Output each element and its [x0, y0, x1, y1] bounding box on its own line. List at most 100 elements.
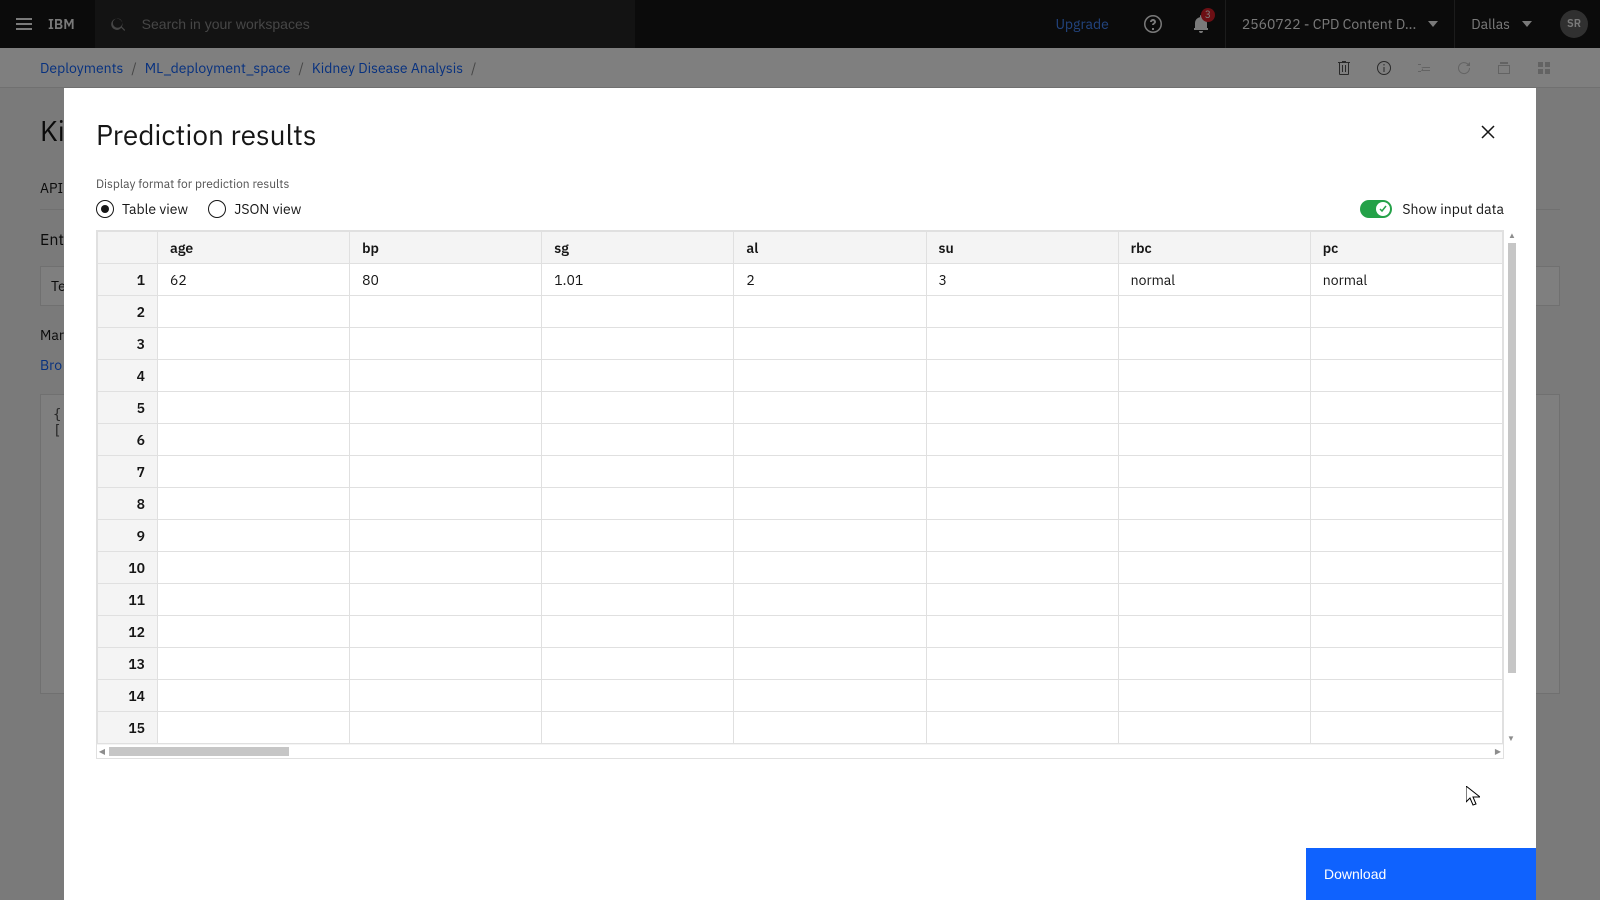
col-header-pc[interactable]: pc [1310, 232, 1502, 264]
table-row[interactable]: 2 [98, 296, 1503, 328]
cell-sg[interactable] [542, 552, 734, 584]
cell-sg[interactable] [542, 488, 734, 520]
cell-bp[interactable] [350, 712, 542, 744]
cell-al[interactable] [734, 456, 926, 488]
cell-pc[interactable] [1310, 680, 1502, 712]
cell-age[interactable] [158, 552, 350, 584]
cell-al[interactable] [734, 488, 926, 520]
cell-pc[interactable] [1310, 360, 1502, 392]
radio-table-view[interactable]: Table view [96, 200, 188, 218]
scroll-down-button[interactable]: ▼ [1507, 734, 1515, 744]
cell-rbc[interactable] [1118, 584, 1310, 616]
cell-bp[interactable]: 80 [350, 264, 542, 296]
cell-al[interactable] [734, 360, 926, 392]
cell-bp[interactable] [350, 552, 542, 584]
table-row[interactable]: 8 [98, 488, 1503, 520]
cell-bp[interactable] [350, 328, 542, 360]
cell-pc[interactable] [1310, 328, 1502, 360]
cell-age[interactable] [158, 712, 350, 744]
cell-bp[interactable] [350, 520, 542, 552]
table-row[interactable]: 6 [98, 424, 1503, 456]
cell-su[interactable] [926, 424, 1118, 456]
cell-bp[interactable] [350, 648, 542, 680]
table-row[interactable]: 4 [98, 360, 1503, 392]
cell-rbc[interactable] [1118, 616, 1310, 648]
table-row[interactable]: 7 [98, 456, 1503, 488]
table-row[interactable]: 13 [98, 648, 1503, 680]
cell-bp[interactable] [350, 584, 542, 616]
table-row[interactable]: 11 [98, 584, 1503, 616]
table-row[interactable]: 9 [98, 520, 1503, 552]
cell-age[interactable] [158, 520, 350, 552]
cell-age[interactable] [158, 584, 350, 616]
show-input-toggle[interactable]: Show input data [1360, 200, 1504, 218]
table-row[interactable]: 12 [98, 616, 1503, 648]
cell-al[interactable] [734, 328, 926, 360]
cell-rbc[interactable]: normal [1118, 264, 1310, 296]
cell-al[interactable] [734, 424, 926, 456]
cell-su[interactable] [926, 552, 1118, 584]
cell-al[interactable] [734, 296, 926, 328]
cell-su[interactable] [926, 488, 1118, 520]
cell-al[interactable] [734, 680, 926, 712]
cell-rbc[interactable] [1118, 648, 1310, 680]
cell-sg[interactable] [542, 520, 734, 552]
cell-pc[interactable] [1310, 648, 1502, 680]
cell-su[interactable] [926, 616, 1118, 648]
cell-sg[interactable] [542, 328, 734, 360]
table-row[interactable]: 14 [98, 680, 1503, 712]
cell-pc[interactable] [1310, 584, 1502, 616]
cell-pc[interactable] [1310, 456, 1502, 488]
table-row[interactable]: 162801.0123normalnormal [98, 264, 1503, 296]
close-button[interactable] [1472, 116, 1504, 148]
cell-al[interactable] [734, 392, 926, 424]
vertical-scrollbar[interactable]: ▲ ▼ [1507, 231, 1517, 744]
cell-rbc[interactable] [1118, 712, 1310, 744]
cell-pc[interactable] [1310, 552, 1502, 584]
cell-su[interactable] [926, 456, 1118, 488]
cell-pc[interactable] [1310, 712, 1502, 744]
cell-al[interactable] [734, 648, 926, 680]
cell-bp[interactable] [350, 488, 542, 520]
cell-age[interactable] [158, 648, 350, 680]
cell-bp[interactable] [350, 680, 542, 712]
col-header-bp[interactable]: bp [350, 232, 542, 264]
cell-pc[interactable] [1310, 616, 1502, 648]
cell-sg[interactable] [542, 424, 734, 456]
cell-pc[interactable] [1310, 520, 1502, 552]
cell-pc[interactable] [1310, 488, 1502, 520]
cell-age[interactable] [158, 296, 350, 328]
cell-age[interactable] [158, 328, 350, 360]
cell-rbc[interactable] [1118, 488, 1310, 520]
cell-su[interactable] [926, 712, 1118, 744]
hscroll-thumb[interactable] [109, 747, 289, 756]
cell-age[interactable] [158, 456, 350, 488]
cell-su[interactable]: 3 [926, 264, 1118, 296]
cell-sg[interactable] [542, 392, 734, 424]
table-row[interactable]: 15 [98, 712, 1503, 744]
col-header-rbc[interactable]: rbc [1118, 232, 1310, 264]
cell-bp[interactable] [350, 392, 542, 424]
cell-rbc[interactable] [1118, 392, 1310, 424]
cell-su[interactable] [926, 296, 1118, 328]
cell-su[interactable] [926, 584, 1118, 616]
cell-sg[interactable] [542, 648, 734, 680]
cell-pc[interactable] [1310, 424, 1502, 456]
cell-rbc[interactable] [1118, 552, 1310, 584]
cell-al[interactable] [734, 584, 926, 616]
radio-json-view[interactable]: JSON view [208, 200, 301, 218]
cell-rbc[interactable] [1118, 296, 1310, 328]
cell-rbc[interactable] [1118, 680, 1310, 712]
cell-rbc[interactable] [1118, 520, 1310, 552]
cell-bp[interactable] [350, 616, 542, 648]
cell-rbc[interactable] [1118, 360, 1310, 392]
cell-bp[interactable] [350, 456, 542, 488]
cell-sg[interactable] [542, 360, 734, 392]
cell-bp[interactable] [350, 424, 542, 456]
cell-al[interactable]: 2 [734, 264, 926, 296]
cell-su[interactable] [926, 648, 1118, 680]
download-button[interactable]: Download [1306, 848, 1536, 900]
cell-sg[interactable] [542, 712, 734, 744]
toggle-switch[interactable] [1360, 200, 1392, 218]
scroll-left-button[interactable]: ◀ [97, 745, 107, 759]
